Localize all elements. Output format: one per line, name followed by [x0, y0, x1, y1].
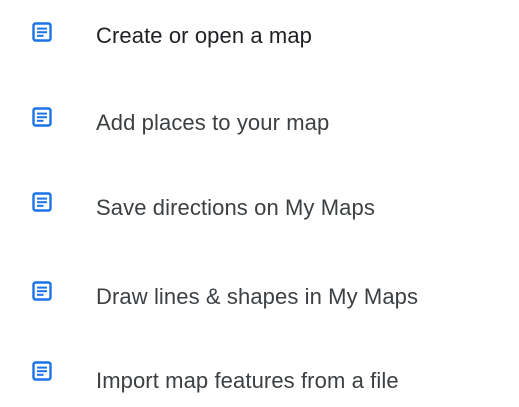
help-article-label: Draw lines & shapes in My Maps: [96, 284, 419, 309]
help-article-item[interactable]: Add places to your map: [0, 89, 519, 149]
help-article-label: Import map features from a file: [96, 368, 399, 393]
article-icon: [30, 105, 54, 129]
help-article-item[interactable]: Save directions on My Maps: [0, 174, 519, 234]
article-icon: [30, 190, 54, 214]
help-article-item[interactable]: Create or open a map: [0, 4, 519, 64]
help-article-item[interactable]: Draw lines & shapes in My Maps: [0, 263, 519, 323]
help-article-list: Create or open a map Add places to your …: [0, 0, 519, 407]
article-icon: [30, 20, 54, 44]
help-article-label: Save directions on My Maps: [96, 195, 375, 220]
help-article-item[interactable]: Import map features from a file: [0, 343, 519, 403]
help-article-label: Add places to your map: [96, 110, 330, 135]
article-icon: [30, 279, 54, 303]
article-icon: [30, 359, 54, 383]
help-article-label: Create or open a map: [96, 23, 313, 48]
